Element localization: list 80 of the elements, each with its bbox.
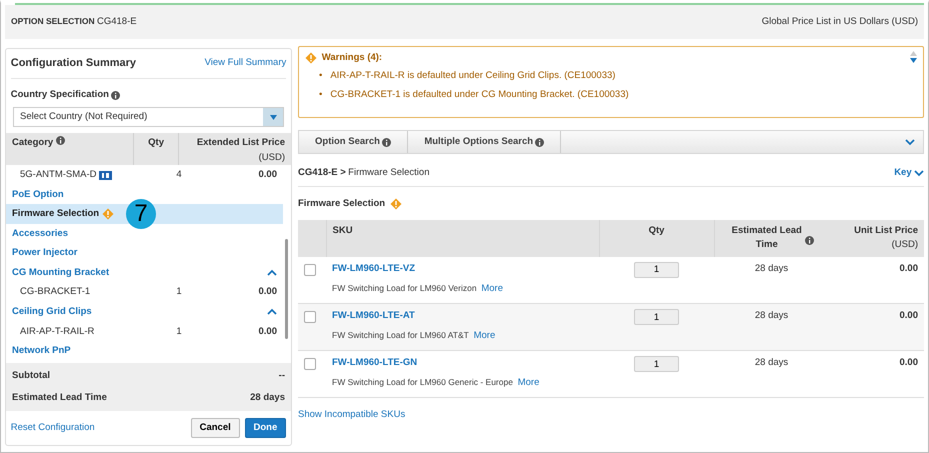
total-label: Subtotal <box>12 368 50 382</box>
scroll-down-icon <box>910 58 917 64</box>
column-header: SKU <box>332 224 353 236</box>
info-icon <box>111 90 120 100</box>
search-tab[interactable]: Multiple Options Search <box>408 131 562 153</box>
unit-price: 0.00 <box>900 310 918 321</box>
panel-title: Configuration Summary <box>10 56 136 72</box>
info-icon <box>56 136 65 146</box>
info-icon <box>804 236 814 245</box>
total-value: -- <box>278 368 285 382</box>
section-title: Firmware Selection <box>298 197 386 212</box>
warning-message: AIR-AP-T-RAIL-R is defaulted under Ceiling Grid Clips. (CE100033) <box>330 69 616 84</box>
show-incompatible-link[interactable]: Show Incompatible SKUs <box>298 408 406 422</box>
column-header: Qty <box>648 224 664 236</box>
expand-icon <box>905 138 915 146</box>
country-select[interactable]: Select Country (Not Required) <box>13 107 284 128</box>
chevron-down-icon <box>914 169 924 178</box>
column-header: Qty <box>148 137 164 148</box>
step-callout: 7 <box>126 199 156 230</box>
reset-link[interactable]: Reset Configuration <box>10 420 95 436</box>
view-summary-link[interactable]: View Full Summary <box>204 56 286 71</box>
item-name: 5G-ANTM-SMA-D <box>20 168 97 182</box>
more-link[interactable]: More <box>474 330 496 342</box>
cancel-button[interactable]: Cancel <box>190 418 240 438</box>
scrollbar[interactable] <box>285 239 288 340</box>
product-code: CG418-E <box>96 16 137 27</box>
warning-title: Warnings (4): <box>322 51 382 65</box>
sku-description: FW Switching Load for LM960 Verizon <box>332 282 477 293</box>
item-price: 0.00 <box>258 326 277 337</box>
item-price: 0.00 <box>258 168 277 180</box>
lead-time: 28 days <box>754 262 788 274</box>
sku-description: FW Switching Load for LM960 AT&T <box>332 330 469 340</box>
column-header: Unit List Price (USD) <box>854 224 918 250</box>
category-item[interactable]: Ceiling Grid Clips <box>6 302 283 322</box>
row-checkbox[interactable] <box>304 264 316 276</box>
sku-link[interactable]: FW-LM960-LTE-AT <box>332 309 415 324</box>
category-item[interactable]: CG Mounting Bracket <box>6 263 283 283</box>
item-qty: 1 <box>176 326 182 337</box>
field-label: Country Specification <box>10 88 109 102</box>
page-title: OPTION SELECTION <box>11 16 95 26</box>
column-header: Extended List Price (USD) <box>196 137 285 162</box>
column-header: Category <box>12 136 54 150</box>
qty-field[interactable]: 1 <box>634 356 679 372</box>
info-icon <box>535 138 544 146</box>
more-link[interactable]: More <box>518 377 540 388</box>
search-tab[interactable]: Option Search <box>299 131 408 153</box>
more-link[interactable]: More <box>481 282 503 294</box>
item-name: CG-BRACKET-1 <box>20 285 90 300</box>
lead-time: 28 days <box>754 310 788 321</box>
total-label: Estimated Lead Time <box>12 390 107 405</box>
qty-field[interactable]: 1 <box>634 309 679 325</box>
breadcrumb-parent: CG418-E > <box>298 166 346 180</box>
unit-price: 0.00 <box>900 357 918 368</box>
column-header: Estimated Lead Time <box>730 224 803 252</box>
sku-link[interactable]: FW-LM960-LTE-VZ <box>332 262 416 276</box>
scroll-up-icon <box>910 51 917 56</box>
key-link[interactable]: Key <box>894 166 924 180</box>
row-checkbox[interactable] <box>304 311 316 323</box>
item-name: AIR-AP-T-RAIL-R <box>20 324 94 339</box>
lead-time: 28 days <box>754 357 788 368</box>
total-value: 28 days <box>250 390 285 405</box>
done-button[interactable]: Done <box>244 418 286 438</box>
bullet: • <box>319 88 322 102</box>
category-item[interactable]: Power Injector <box>6 244 283 264</box>
warning-message: CG-BRACKET-1 is defaulted under CG Mounting Bracket. (CE100033) <box>330 88 629 102</box>
breadcrumb-current: Firmware Selection <box>348 166 430 180</box>
qty-field[interactable]: 1 <box>634 262 679 278</box>
info-icon <box>382 138 392 146</box>
price-list-label: Global Price List in US Dollars (USD) <box>762 14 918 29</box>
item-qty: 4 <box>176 168 182 180</box>
warning-icon <box>305 52 317 64</box>
item-price: 0.00 <box>258 286 277 298</box>
unit-price: 0.00 <box>900 262 918 274</box>
sku-link[interactable]: FW-LM960-LTE-GN <box>332 356 418 370</box>
row-checkbox[interactable] <box>304 358 316 370</box>
sku-description: FW Switching Load for LM960 Generic - Europe <box>332 377 513 388</box>
category-item[interactable]: Network PnP <box>6 342 283 362</box>
caret-icon <box>270 114 276 120</box>
item-qty: 1 <box>176 286 182 298</box>
bullet: • <box>319 69 322 84</box>
